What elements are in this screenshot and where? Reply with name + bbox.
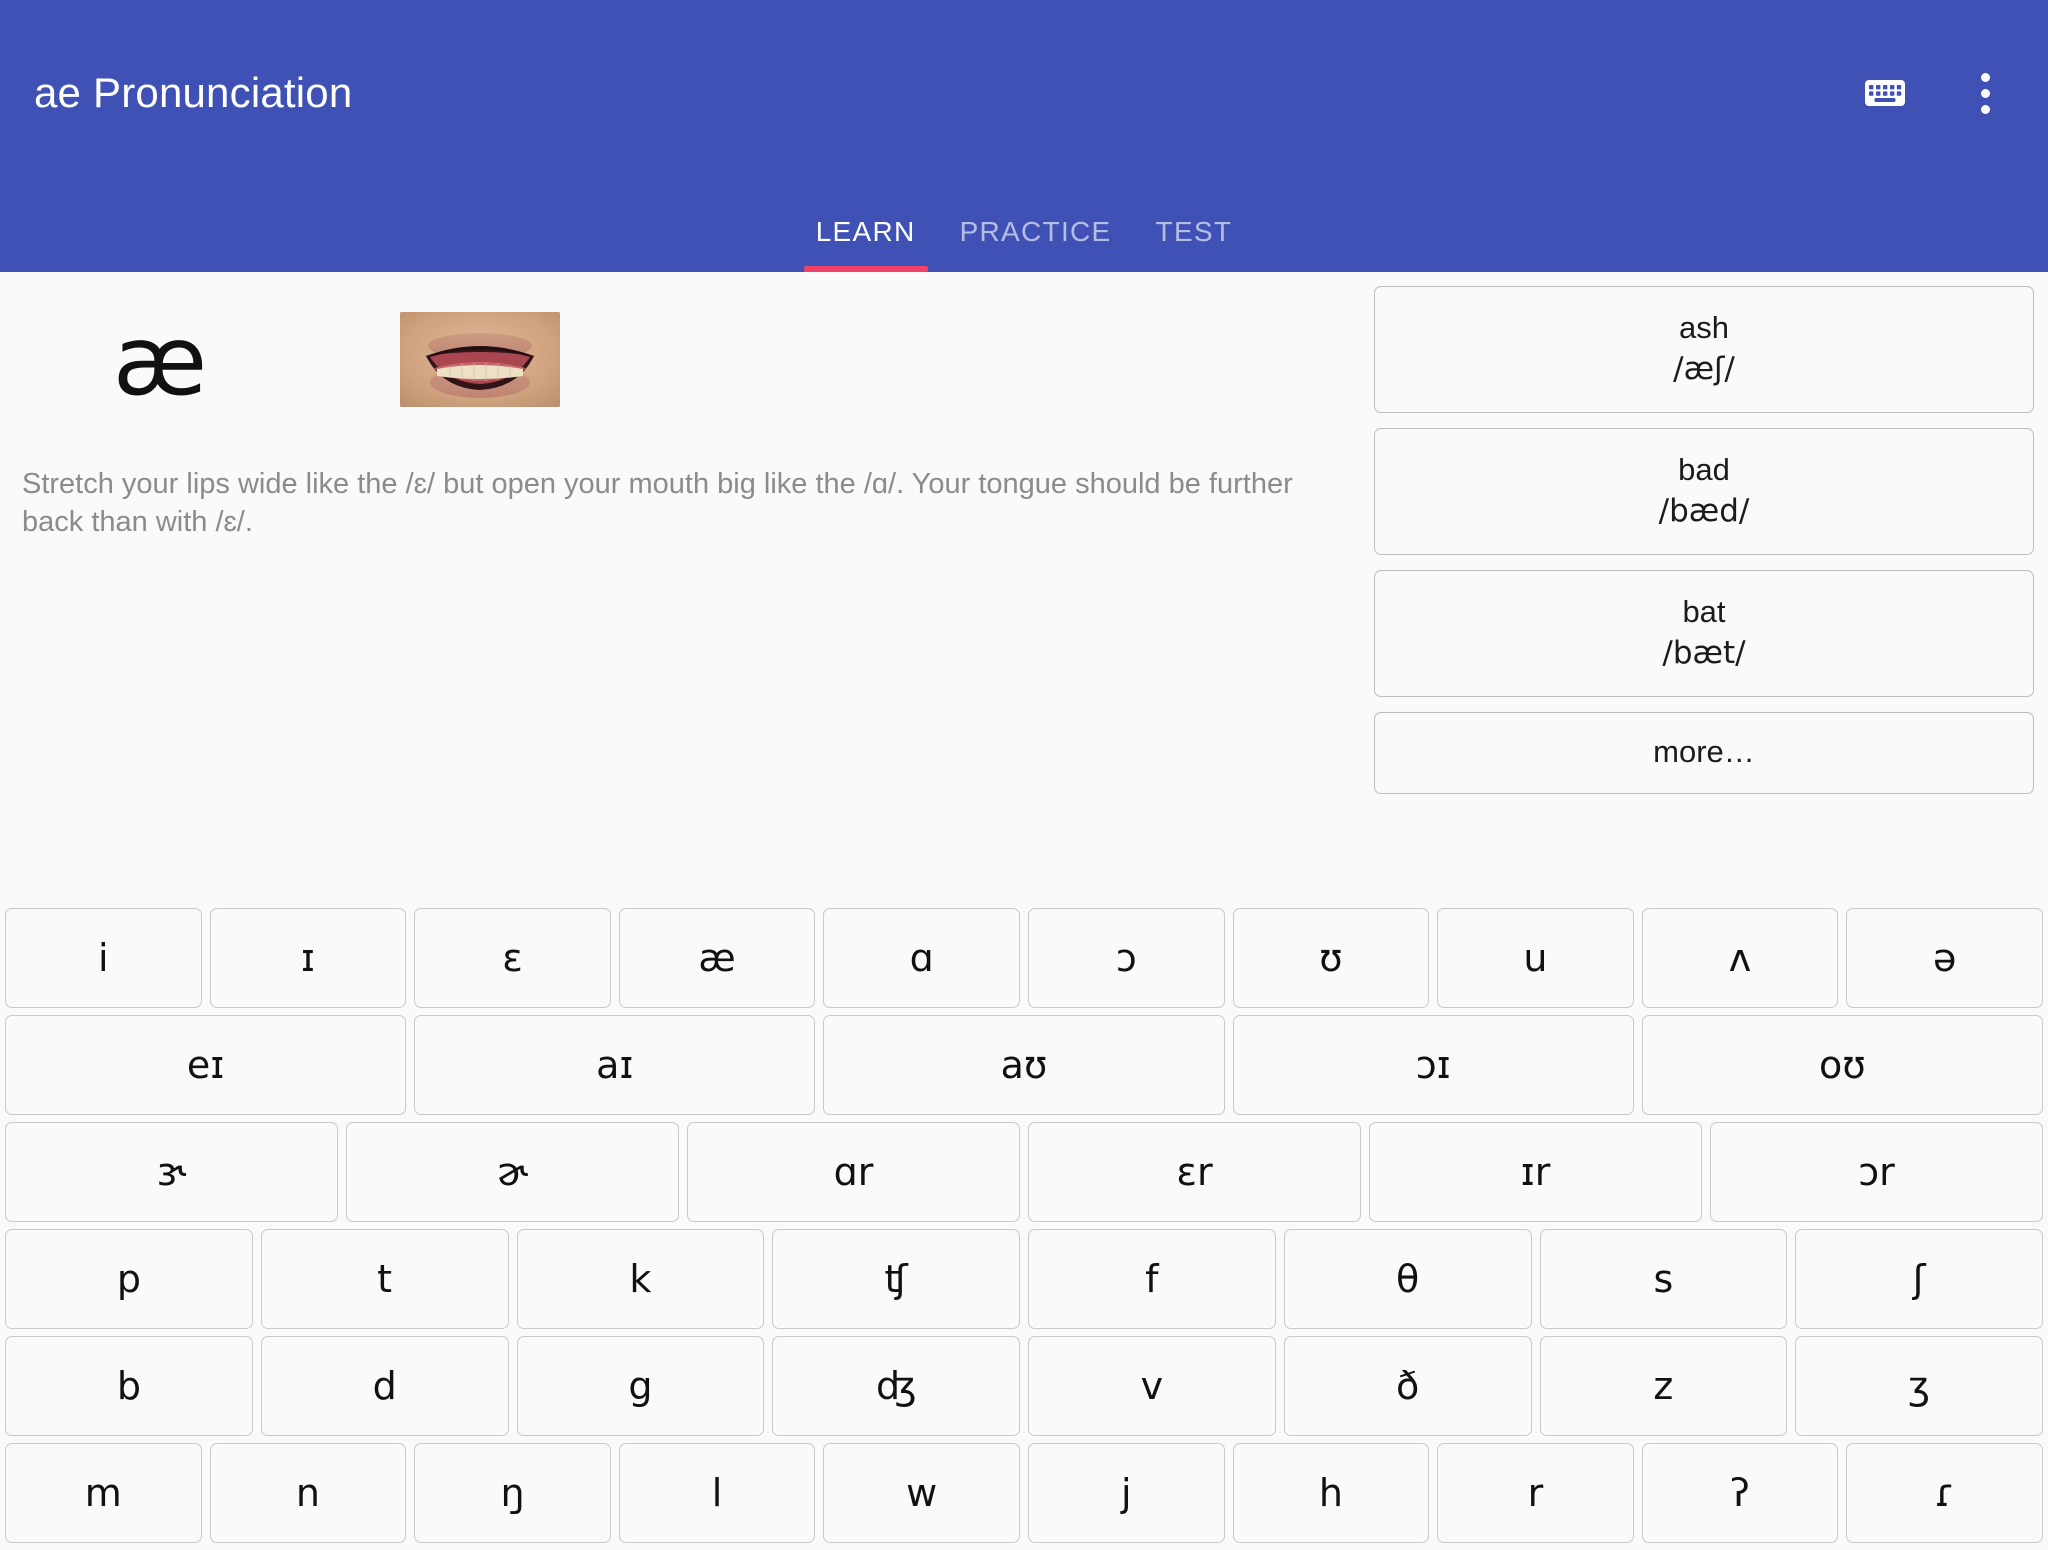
- ipa-key[interactable]: ʤ: [772, 1336, 1020, 1436]
- ipa-keyboard: i ɪ ɛ æ ɑ ɔ ʊ u ʌ ə eɪ aɪ aʊ ɔɪ oʊ ɝ ɚ ɑ…: [0, 908, 2048, 1550]
- lesson-left-pane: æ Stretch your lips wide like the /ɛ/ bu…: [0, 272, 1370, 541]
- keyboard-row-6: m n ŋ l w j h r ʔ ɾ: [5, 1443, 2043, 1543]
- ipa-key[interactable]: v: [1028, 1336, 1276, 1436]
- keyboard-row-4: p t k ʧ f θ s ʃ: [5, 1229, 2043, 1329]
- ipa-key[interactable]: ɑr: [687, 1122, 1020, 1222]
- app-bar-top: ae Pronunciation: [0, 0, 2048, 180]
- ipa-key[interactable]: ɪ: [209, 908, 407, 1008]
- ipa-key[interactable]: ɾ: [1846, 1443, 2043, 1543]
- word-ipa: /æʃ/: [1673, 350, 1735, 387]
- phoneme-symbol: æ: [112, 305, 208, 417]
- ipa-key[interactable]: j: [1027, 1443, 1225, 1543]
- ipa-key[interactable]: ʊ: [1232, 908, 1430, 1008]
- app-bar: ae Pronunciation LEARN PRACTICE TEST: [0, 0, 2048, 272]
- ipa-key[interactable]: ɝ: [5, 1122, 338, 1222]
- word-text: ash: [1679, 310, 1729, 345]
- example-word-list: ash /æʃ/ bad /bæd/ bat /bæt/ more…: [1374, 286, 2034, 795]
- ipa-key[interactable]: ɔ: [1027, 908, 1225, 1008]
- ipa-key[interactable]: t: [260, 1229, 509, 1329]
- ipa-key[interactable]: r: [1437, 1443, 1634, 1543]
- tab-learn[interactable]: LEARN: [794, 216, 938, 272]
- tab-bar: LEARN PRACTICE TEST: [0, 180, 2048, 272]
- ipa-key[interactable]: ɛ: [414, 908, 611, 1008]
- keyboard-row-2: eɪ aɪ aʊ ɔɪ oʊ: [5, 1015, 2044, 1115]
- ipa-key[interactable]: ʧ: [772, 1229, 1020, 1329]
- ipa-key[interactable]: f: [1028, 1229, 1276, 1329]
- ipa-key[interactable]: θ: [1283, 1229, 1532, 1329]
- word-card[interactable]: bad /bæd/: [1374, 428, 2034, 556]
- word-ipa: /bæd/: [1658, 492, 1750, 529]
- ipa-key[interactable]: ð: [1283, 1336, 1532, 1436]
- keyboard-row-3: ɝ ɚ ɑr ɛr ɪr ɔr: [5, 1122, 2043, 1222]
- ipa-key[interactable]: n: [209, 1443, 407, 1543]
- word-ipa: /bæt/: [1662, 634, 1746, 671]
- ipa-key[interactable]: i: [5, 908, 202, 1008]
- ipa-key[interactable]: æ: [618, 908, 816, 1008]
- ipa-key[interactable]: w: [823, 1443, 1020, 1543]
- ipa-key[interactable]: d: [260, 1336, 509, 1436]
- ipa-key[interactable]: ʌ: [1641, 908, 1839, 1008]
- more-words-button[interactable]: more…: [1374, 712, 2034, 795]
- ipa-key[interactable]: eɪ: [5, 1015, 407, 1115]
- ipa-key[interactable]: ʒ: [1795, 1336, 2043, 1436]
- ipa-key[interactable]: ɑ: [823, 908, 1020, 1008]
- ipa-key[interactable]: ɔɪ: [1232, 1015, 1634, 1115]
- ipa-key[interactable]: aʊ: [823, 1015, 1225, 1115]
- ipa-key[interactable]: ʃ: [1795, 1229, 2043, 1329]
- ipa-key[interactable]: ɛr: [1028, 1122, 1361, 1222]
- keyboard-row-1: i ɪ ɛ æ ɑ ɔ ʊ u ʌ ə: [5, 908, 2043, 1008]
- ipa-key[interactable]: b: [5, 1336, 253, 1436]
- pronunciation-description: Stretch your lips wide like the /ɛ/ but …: [22, 468, 1293, 538]
- word-card[interactable]: bat /bæt/: [1374, 570, 2034, 698]
- page-title: ae Pronunciation: [34, 69, 353, 116]
- ipa-key[interactable]: ŋ: [414, 1443, 611, 1543]
- ipa-key[interactable]: s: [1539, 1229, 1788, 1329]
- ipa-key[interactable]: ə: [1846, 908, 2043, 1008]
- ipa-key[interactable]: g: [516, 1336, 765, 1436]
- ipa-key[interactable]: oʊ: [1641, 1015, 2044, 1115]
- ipa-key[interactable]: z: [1539, 1336, 1788, 1436]
- keyboard-icon: [1865, 78, 1905, 108]
- ipa-key[interactable]: ɪr: [1369, 1122, 1702, 1222]
- ipa-key[interactable]: ʔ: [1641, 1443, 1839, 1543]
- app-bar-actions: [1858, 66, 2012, 120]
- ipa-key[interactable]: ɚ: [346, 1122, 679, 1222]
- ipa-key[interactable]: ɔr: [1710, 1122, 2043, 1222]
- ipa-key[interactable]: aɪ: [414, 1015, 816, 1115]
- ipa-key[interactable]: l: [618, 1443, 816, 1543]
- ipa-key[interactable]: h: [1232, 1443, 1430, 1543]
- mouth-articulation-image: [400, 311, 560, 407]
- keyboard-button[interactable]: [1858, 66, 1912, 120]
- ipa-key[interactable]: k: [516, 1229, 765, 1329]
- more-vert-icon: [1980, 72, 1990, 114]
- ipa-key[interactable]: p: [5, 1229, 253, 1329]
- word-text: bad: [1678, 452, 1730, 488]
- ipa-key[interactable]: u: [1437, 908, 1634, 1008]
- word-text: bat: [1682, 594, 1726, 630]
- lesson-content: æ Stretch your lips wide like the /ɛ/ bu…: [0, 272, 2048, 872]
- overflow-menu-button[interactable]: [1958, 66, 2012, 120]
- symbol-row: æ: [0, 272, 1370, 432]
- tab-test[interactable]: TEST: [1134, 216, 1255, 272]
- keyboard-row-5: b d g ʤ v ð z ʒ: [5, 1336, 2043, 1436]
- ipa-key[interactable]: m: [5, 1443, 202, 1543]
- more-words-label: more…: [1653, 734, 1755, 770]
- word-card[interactable]: ash /æʃ/: [1374, 286, 2034, 414]
- tab-practice[interactable]: PRACTICE: [938, 216, 1134, 272]
